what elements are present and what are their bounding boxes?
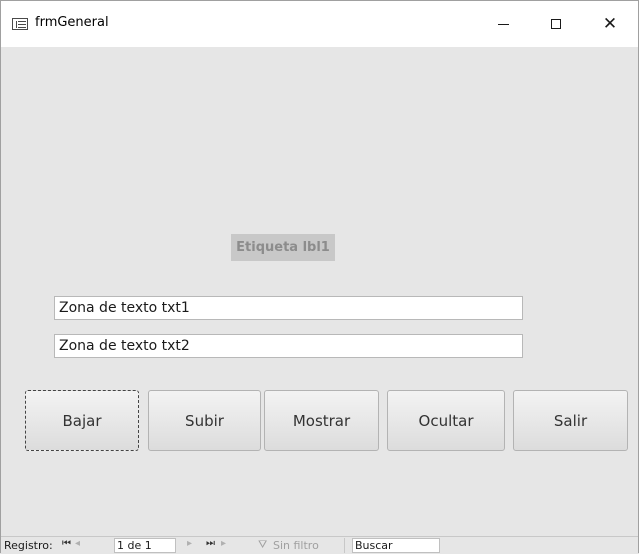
label-lbl1: Etiqueta lbl1 — [231, 234, 335, 261]
close-icon: ✕ — [602, 14, 618, 34]
textbox-txt1[interactable]: Zona de texto txt1 — [54, 296, 523, 320]
last-record-icon[interactable]: ⏭ — [206, 538, 215, 549]
current-record-field[interactable]: 1 de 1 — [114, 538, 176, 553]
search-input[interactable]: Buscar — [352, 538, 440, 553]
separator — [344, 538, 345, 553]
salir-button[interactable]: Salir — [513, 390, 628, 451]
maximize-button[interactable] — [533, 1, 579, 47]
minimize-icon — [497, 23, 509, 25]
ocultar-button[interactable]: Ocultar — [387, 390, 505, 451]
first-record-icon[interactable]: ⏮ — [62, 538, 71, 549]
close-button[interactable]: ✕ — [587, 1, 633, 47]
filter-status[interactable]: Sin filtro — [273, 539, 319, 552]
access-form-window: frmGeneral ✕ Etiqueta lbl1 Zona de texto… — [0, 0, 639, 554]
form-view-icon — [12, 18, 28, 30]
window-title: frmGeneral — [35, 15, 109, 30]
record-label: Registro: — [4, 539, 53, 552]
previous-record-icon[interactable]: ◂ — [75, 538, 80, 549]
mostrar-button[interactable]: Mostrar — [264, 390, 379, 451]
maximize-icon — [551, 19, 561, 29]
filter-icon: ⛛ — [258, 538, 268, 551]
subir-button[interactable]: Subir — [148, 390, 261, 451]
record-navigation-bar: Registro: ⏮ ◂ 1 de 1 ▸ ⏭ ▸ ⛛ Sin filtro … — [1, 536, 638, 554]
minimize-button[interactable] — [480, 1, 526, 47]
textbox-txt2[interactable]: Zona de texto txt2 — [54, 334, 523, 358]
next-record-icon[interactable]: ▸ — [187, 538, 192, 549]
title-bar[interactable]: frmGeneral ✕ — [1, 1, 638, 47]
bajar-button[interactable]: Bajar — [25, 390, 139, 451]
new-record-icon[interactable]: ▸ — [221, 538, 226, 549]
